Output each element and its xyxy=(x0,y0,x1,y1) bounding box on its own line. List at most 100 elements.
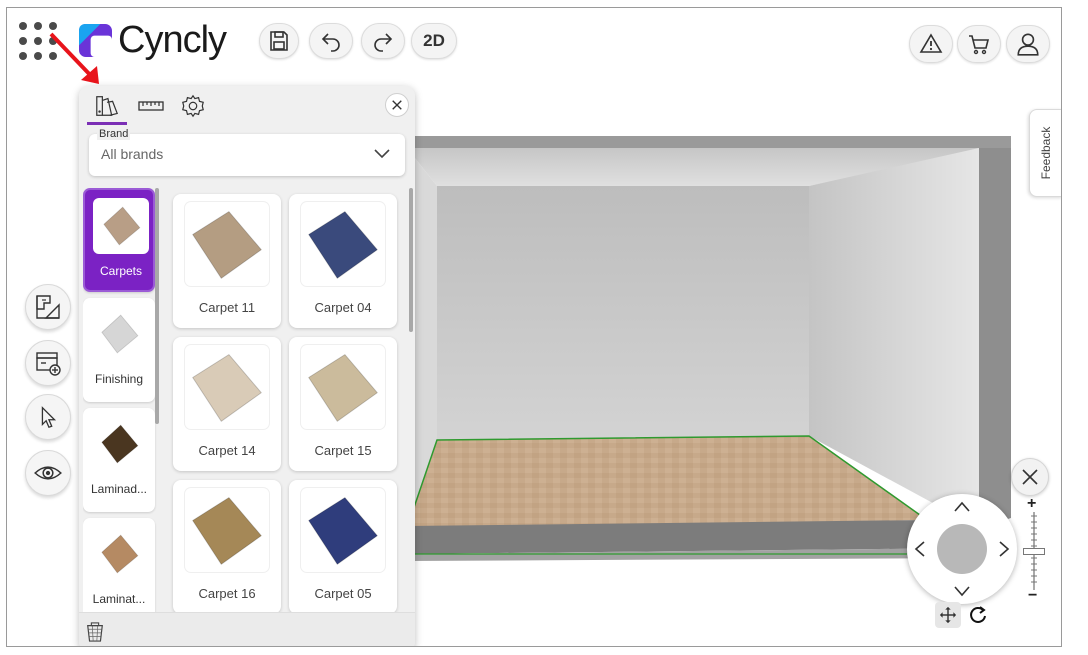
rotate-mode-button[interactable] xyxy=(965,602,991,628)
chevron-up-icon xyxy=(954,501,970,512)
zoom-thumb[interactable] xyxy=(1023,548,1045,555)
warning-icon xyxy=(919,33,943,53)
pan-right-button[interactable] xyxy=(995,540,1013,558)
tab-measure[interactable] xyxy=(135,91,167,121)
tab-settings[interactable] xyxy=(177,91,209,121)
select-tool-button[interactable] xyxy=(25,394,71,440)
product-thumbnail xyxy=(185,202,269,286)
brand-dropdown[interactable]: All brands xyxy=(89,134,405,176)
product-card[interactable]: Carpet 16 xyxy=(173,480,281,612)
panel-close-button[interactable] xyxy=(385,93,409,117)
material-swatch-icon xyxy=(101,424,139,464)
undo-icon xyxy=(321,33,340,52)
trash-icon xyxy=(87,622,103,642)
product-thumbnail xyxy=(185,488,269,572)
category-item[interactable]: Laminad... xyxy=(83,408,155,512)
active-tab-indicator xyxy=(87,122,127,125)
category-list: Carpets Finishing Laminad... Laminat... xyxy=(83,188,157,612)
category-label: Laminat... xyxy=(92,592,146,606)
carpet-swatch-icon xyxy=(192,353,262,422)
panel-tabs xyxy=(79,86,415,125)
visibility-button[interactable] xyxy=(25,450,71,496)
view-mode-button[interactable]: 2D xyxy=(411,23,457,59)
product-card[interactable]: Carpet 15 xyxy=(289,337,397,471)
wall-top-edge xyxy=(407,136,1011,148)
view-mode-label: 2D xyxy=(423,31,445,50)
product-card[interactable]: Carpet 05 xyxy=(289,480,397,612)
product-thumbnail xyxy=(185,345,269,429)
eye-icon xyxy=(34,466,62,480)
furniture-add-icon xyxy=(36,352,61,376)
delete-button[interactable] xyxy=(85,621,107,645)
move-mode-button[interactable] xyxy=(935,602,961,628)
category-thumbnail xyxy=(91,526,147,582)
ruler-icon xyxy=(138,101,164,111)
product-label: Carpet 16 xyxy=(198,586,256,601)
panel-footer xyxy=(79,612,415,646)
brand-label: Brand xyxy=(97,128,131,140)
cart-button[interactable] xyxy=(957,25,1001,63)
app-window: Cyncly 2D All brands Brand Carpets Finis… xyxy=(6,7,1062,647)
product-grid: Carpet 11 Carpet 04 Carpet 14 Carpet 15 Carp… xyxy=(169,188,405,612)
camera-nav-pad[interactable] xyxy=(907,494,1017,604)
close-icon xyxy=(1022,469,1038,485)
move-icon xyxy=(939,606,957,624)
product-scrollbar[interactable] xyxy=(409,188,413,332)
annotation-arrow-icon xyxy=(49,32,99,84)
category-item[interactable]: Finishing xyxy=(83,298,155,402)
feedback-tab[interactable]: Feedback xyxy=(1029,109,1061,197)
carpet-swatch-icon xyxy=(192,496,262,565)
category-thumbnail xyxy=(91,306,147,362)
gear-icon xyxy=(182,94,204,118)
carpet-swatch-icon xyxy=(192,210,262,279)
user-account-button[interactable] xyxy=(1006,25,1050,63)
product-thumbnail xyxy=(301,345,385,429)
zoom-in-label[interactable]: + xyxy=(1027,496,1036,512)
redo-button[interactable] xyxy=(361,23,405,59)
category-label: Finishing xyxy=(94,372,144,386)
save-button[interactable] xyxy=(259,23,299,59)
add-furniture-button[interactable] xyxy=(25,340,71,386)
floor-plan-icon xyxy=(36,295,60,319)
undo-button[interactable] xyxy=(309,23,353,59)
camera-nav-knob[interactable] xyxy=(937,524,987,574)
product-card[interactable]: Carpet 11 xyxy=(173,194,281,328)
floor-plan-tool-button[interactable] xyxy=(25,284,71,330)
category-scrollbar[interactable] xyxy=(155,188,159,424)
material-swatch-icon xyxy=(103,206,141,246)
pan-down-button[interactable] xyxy=(953,582,971,600)
pan-left-button[interactable] xyxy=(911,540,929,558)
category-thumbnail xyxy=(93,198,149,254)
product-card[interactable]: Carpet 04 xyxy=(289,194,397,328)
carpet-swatch-icon xyxy=(308,496,378,565)
chevron-down-icon xyxy=(374,149,390,159)
zoom-out-label[interactable]: − xyxy=(1028,588,1037,604)
category-item[interactable]: Carpets xyxy=(83,188,155,292)
user-icon xyxy=(1017,33,1039,56)
back-wall xyxy=(437,186,809,440)
zoom-slider[interactable]: + − xyxy=(1023,496,1045,604)
close-icon xyxy=(392,100,402,110)
materials-panel: All brands Brand Carpets Finishing Laminad… xyxy=(79,86,415,646)
chevron-down-icon xyxy=(954,586,970,597)
warnings-button[interactable] xyxy=(909,25,953,63)
category-label: Carpets xyxy=(99,264,143,278)
material-swatch-icon xyxy=(101,314,139,354)
logo-text: Cyncly xyxy=(118,18,227,61)
product-thumbnail xyxy=(301,488,385,572)
category-item[interactable]: Laminat... xyxy=(83,518,155,612)
save-icon xyxy=(270,31,288,51)
product-label: Carpet 14 xyxy=(198,443,256,458)
right-wall-edge xyxy=(979,148,1011,528)
material-swatch-icon xyxy=(101,534,139,574)
pan-up-button[interactable] xyxy=(953,498,971,516)
product-card[interactable]: Carpet 14 xyxy=(173,337,281,471)
rotate-icon xyxy=(970,606,986,623)
cart-icon xyxy=(969,35,990,55)
product-label: Carpet 15 xyxy=(314,443,372,458)
chevron-left-icon xyxy=(914,541,925,557)
product-thumbnail xyxy=(301,202,385,286)
carpet-swatch-icon xyxy=(308,353,378,422)
close-view-button[interactable] xyxy=(1011,458,1049,496)
chevron-right-icon xyxy=(999,541,1010,557)
